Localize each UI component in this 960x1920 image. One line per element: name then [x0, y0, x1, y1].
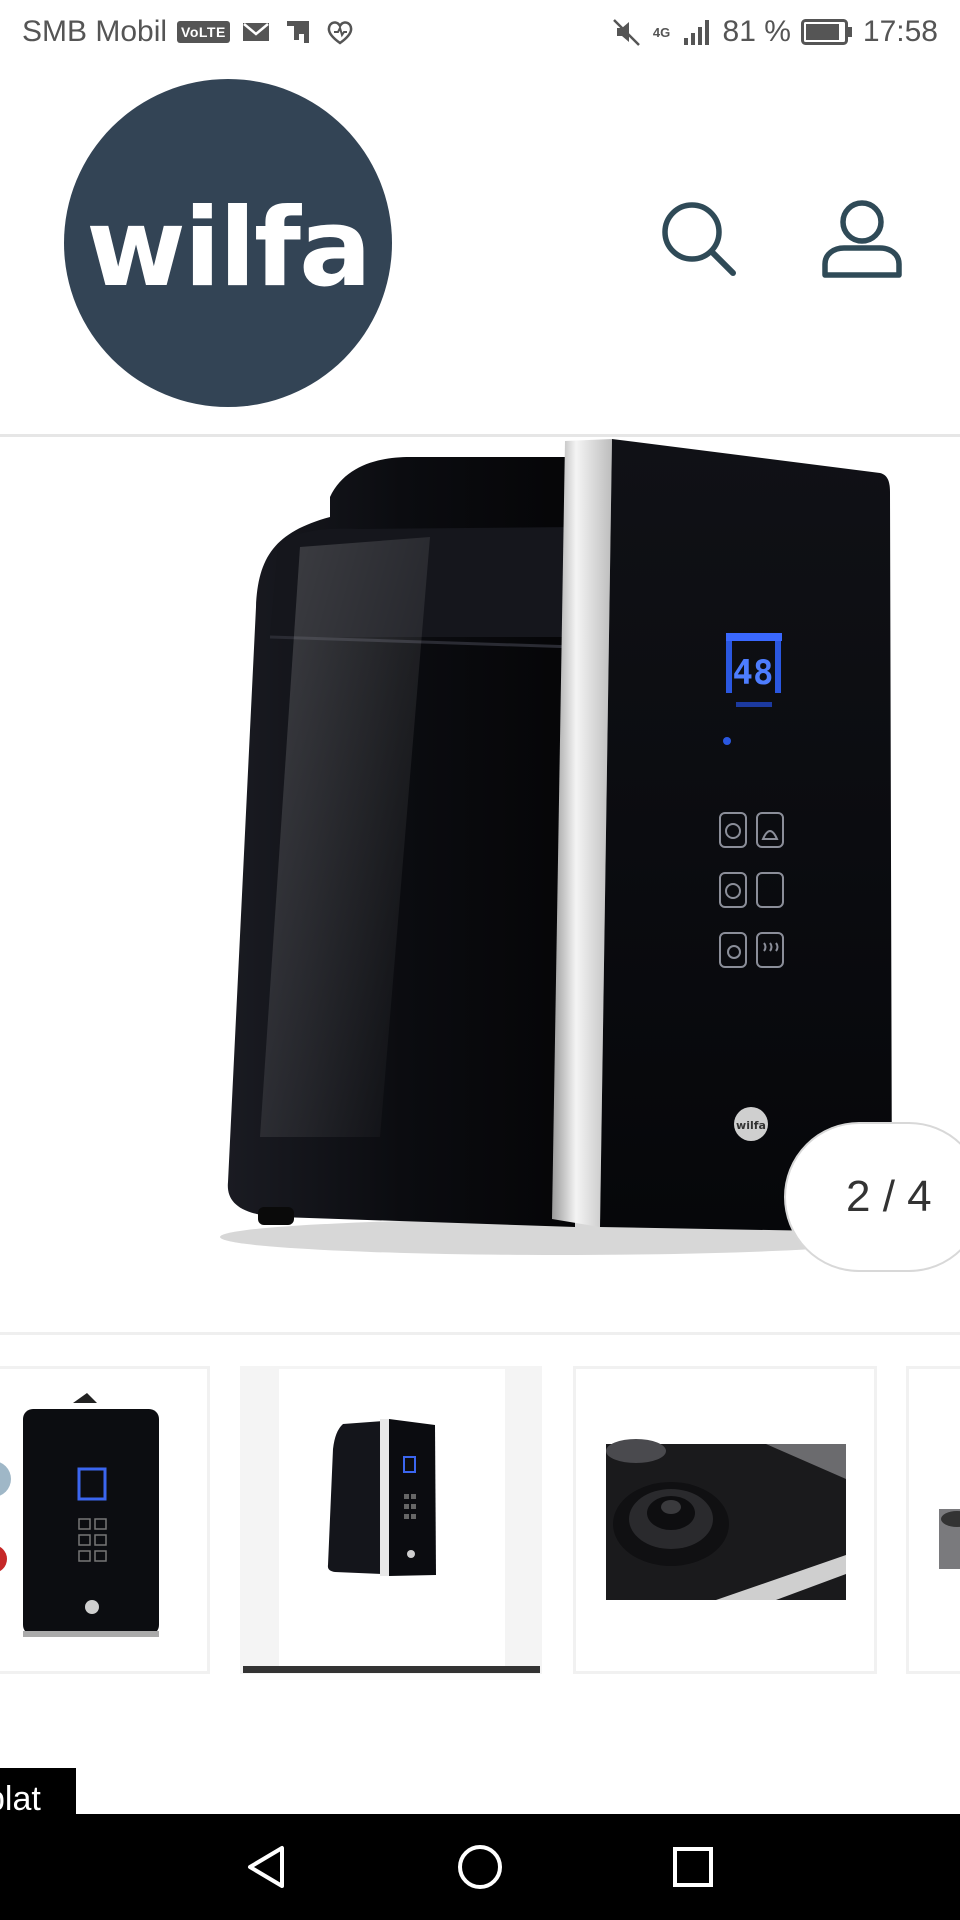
sim-toolkit-icon — [286, 21, 309, 43]
thumbnail-detail — [939, 1509, 960, 1569]
volte-badge: VoLTE — [177, 21, 230, 43]
thumbnail-3[interactable] — [573, 1366, 877, 1674]
compare-tab[interactable]: plat — [0, 1768, 76, 1814]
huawei-health-icon — [327, 21, 353, 45]
thumbnail-divider — [0, 1332, 960, 1335]
logo-text: wilfa — [86, 185, 372, 311]
device-logo: wilfa — [736, 1119, 766, 1132]
network-type-label: 4G — [652, 24, 671, 40]
carrier-label: SMB Mobil — [22, 15, 168, 48]
thumbnail-2[interactable] — [240, 1366, 542, 1674]
back-icon[interactable] — [232, 1832, 302, 1902]
mail-icon — [242, 23, 269, 41]
signal-icon — [683, 20, 709, 45]
mute-icon — [612, 19, 640, 46]
thumbnail-selected-indicator — [243, 1666, 540, 1673]
battery-icon — [800, 19, 852, 45]
thumbnail-knob-closeup — [606, 1439, 846, 1600]
thumbnail-4[interactable] — [906, 1366, 960, 1674]
thumbnail-front-view — [0, 1393, 159, 1637]
recent-apps-icon[interactable] — [658, 1832, 728, 1902]
battery-percent: 81 % — [722, 15, 791, 48]
humidity-reading: 48 — [733, 653, 774, 693]
system-nav-bar — [0, 1814, 960, 1920]
search-icon[interactable] — [658, 198, 738, 278]
account-icon[interactable] — [820, 198, 904, 278]
wilfa-logo[interactable]: wilfa — [64, 79, 392, 407]
clock: 17:58 — [862, 15, 938, 48]
thumbnail-1[interactable] — [0, 1366, 210, 1674]
status-bar: SMB Mobil VoLTE 4G 81 % 17:58 — [0, 0, 960, 64]
image-counter: 2 / 4 — [784, 1122, 960, 1272]
thumbnail-side-view — [279, 1369, 505, 1671]
site-header: wilfa — [0, 64, 960, 436]
home-icon[interactable] — [445, 1832, 515, 1902]
